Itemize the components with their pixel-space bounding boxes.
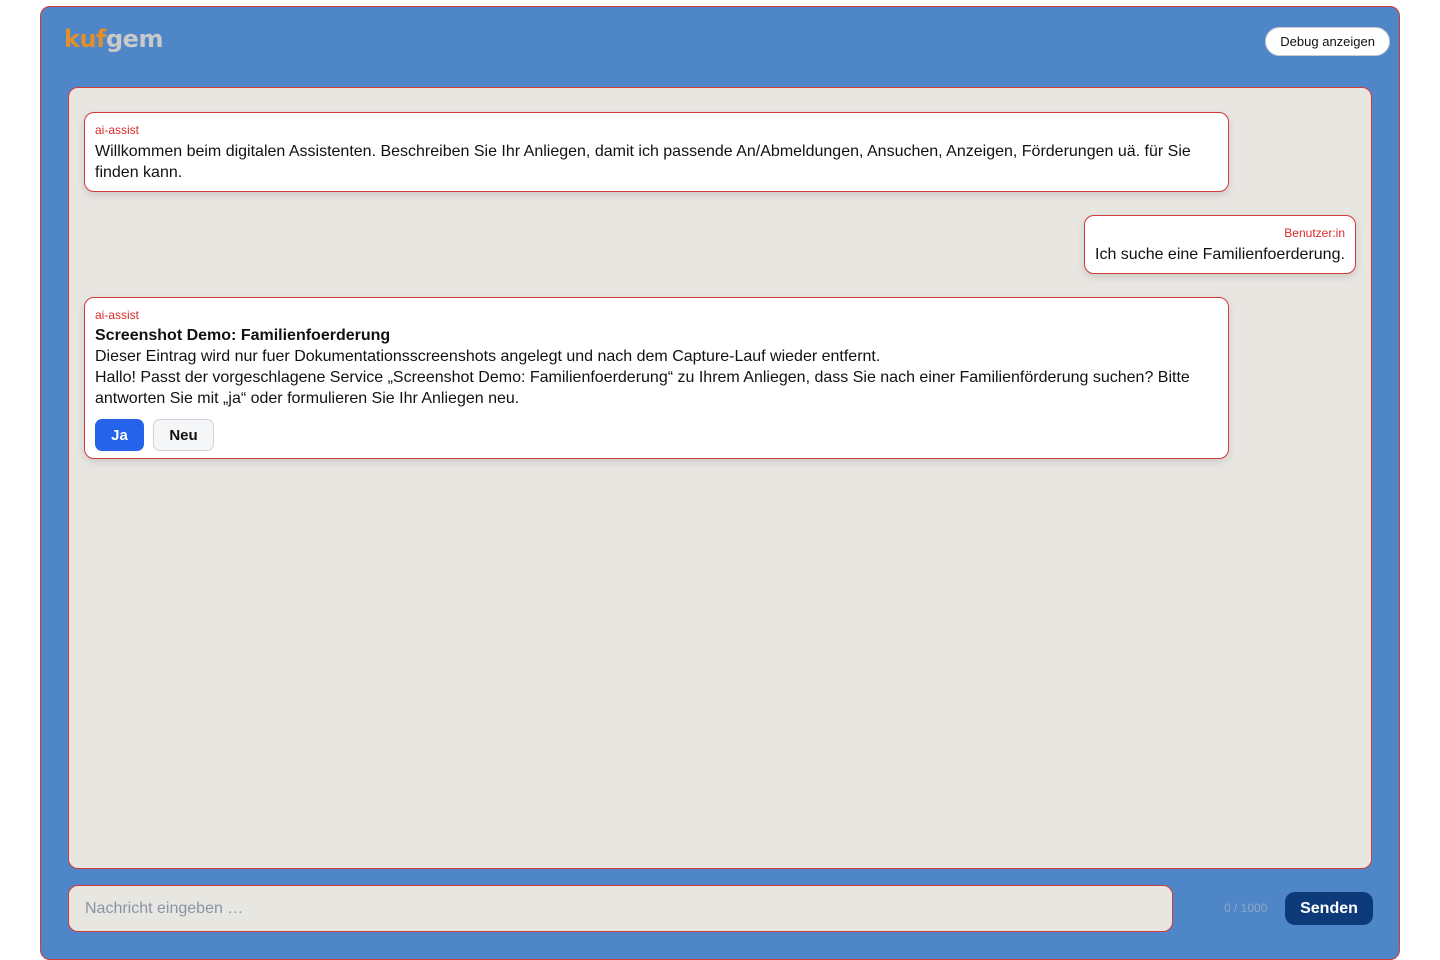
assistant-message: ai-assist Screenshot Demo: Familienfoerd… xyxy=(84,297,1229,459)
debug-toggle-button[interactable]: Debug anzeigen xyxy=(1265,27,1390,56)
kufgem-logo: kuf gem xyxy=(64,25,163,59)
message-text: Willkommen beim digitalen Assistenten. B… xyxy=(95,143,1191,181)
message-sender: ai-assist xyxy=(95,123,140,137)
new-request-button[interactable]: Neu xyxy=(153,419,214,451)
confirmation-question: Hallo! Passt der vorgeschlagene Service … xyxy=(95,369,1190,407)
choice-buttons: Ja Neu xyxy=(95,419,1218,451)
assistant-message: ai-assist Willkommen beim digitalen Assi… xyxy=(84,112,1229,192)
message-text: Ich suche eine Familienfoerderung. xyxy=(1095,246,1345,263)
logo-text-kuf: kuf xyxy=(64,25,107,53)
service-description: Dieser Eintrag wird nur fuer Dokumentati… xyxy=(95,348,881,365)
chat-panel[interactable]: ai-assist Willkommen beim digitalen Assi… xyxy=(68,87,1372,869)
user-message: Benutzer:in Ich suche eine Familienfoerd… xyxy=(1084,215,1356,274)
message-sender: Benutzer:in xyxy=(1284,226,1345,240)
message-sender: ai-assist xyxy=(95,308,140,322)
send-button[interactable]: Senden xyxy=(1285,892,1373,925)
yes-button[interactable]: Ja xyxy=(95,419,144,451)
service-title: Screenshot Demo: Familienfoerderung xyxy=(95,327,391,344)
message-input[interactable] xyxy=(68,885,1173,932)
character-counter: 0 / 1000 xyxy=(1224,901,1268,915)
logo-text-gem: gem xyxy=(106,25,163,53)
app-window: kuf gem Debug anzeigen ai-assist Willkomm… xyxy=(40,6,1400,960)
